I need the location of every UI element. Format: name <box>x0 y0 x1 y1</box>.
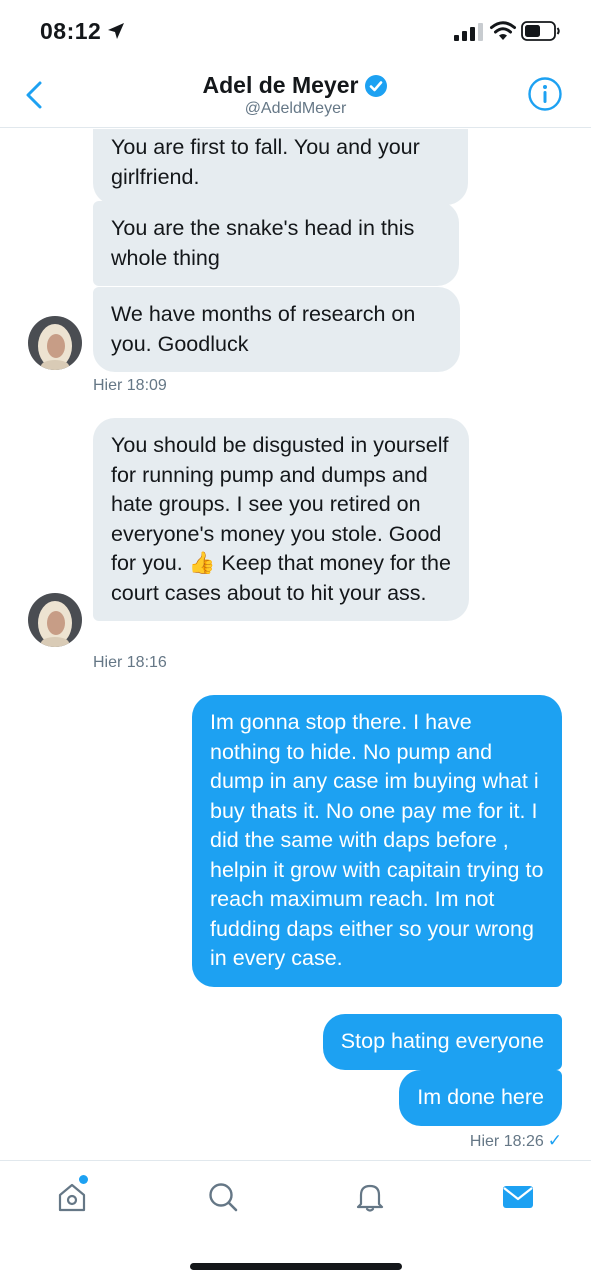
battery-icon <box>521 21 560 41</box>
message-timestamp: Hier 18:09 <box>93 377 167 394</box>
checkmark-icon: ✓ <box>547 1131 562 1150</box>
home-icon[interactable] <box>54 1179 90 1215</box>
conversation-header: Adel de Meyer @AdeldMeyer <box>0 62 591 128</box>
incoming-message[interactable]: You should be disgusted in yourself for … <box>93 418 469 621</box>
outgoing-message[interactable]: Im done here <box>399 1070 562 1126</box>
user-handle: @AdeldMeyer <box>244 100 347 117</box>
timestamp-text: Hier 18:26 <box>469 1133 544 1150</box>
title-row: Adel de Meyer <box>0 72 591 99</box>
message-timestamp: Hier 18:16 <box>93 654 167 671</box>
avatar-image <box>28 593 82 647</box>
incoming-message[interactable]: You are the snake's head in this whole t… <box>93 201 459 286</box>
search-icon[interactable] <box>205 1179 241 1215</box>
wifi-icon <box>490 21 516 40</box>
verified-badge-icon <box>365 74 388 97</box>
info-icon[interactable] <box>527 76 563 112</box>
page-title: Adel de Meyer <box>202 72 359 98</box>
new-content-dot <box>79 1175 88 1184</box>
tab-bar <box>0 1160 591 1280</box>
location-arrow-icon <box>108 23 124 39</box>
message-list[interactable]: You are first to fall. You and your girl… <box>0 129 591 1159</box>
home-indicator[interactable] <box>190 1263 402 1270</box>
avatar[interactable] <box>28 316 82 370</box>
avatar-image <box>28 316 82 370</box>
status-bar: 08:12 <box>0 0 591 62</box>
avatar[interactable] <box>28 593 82 647</box>
bell-icon[interactable] <box>352 1179 388 1215</box>
outgoing-message[interactable]: Im gonna stop there. I have nothing to h… <box>192 695 562 987</box>
status-time: 08:12 <box>40 18 102 44</box>
outgoing-message[interactable]: Stop hating everyone <box>322 1014 562 1070</box>
incoming-message[interactable]: You are first to fall. You and your girl… <box>93 129 468 205</box>
envelope-icon[interactable] <box>500 1179 536 1215</box>
cell-signal-icon <box>454 23 483 41</box>
incoming-message[interactable]: We have months of research on you. Goodl… <box>93 287 460 372</box>
message-timestamp: Hier 18:26 ✓ <box>470 1131 562 1151</box>
